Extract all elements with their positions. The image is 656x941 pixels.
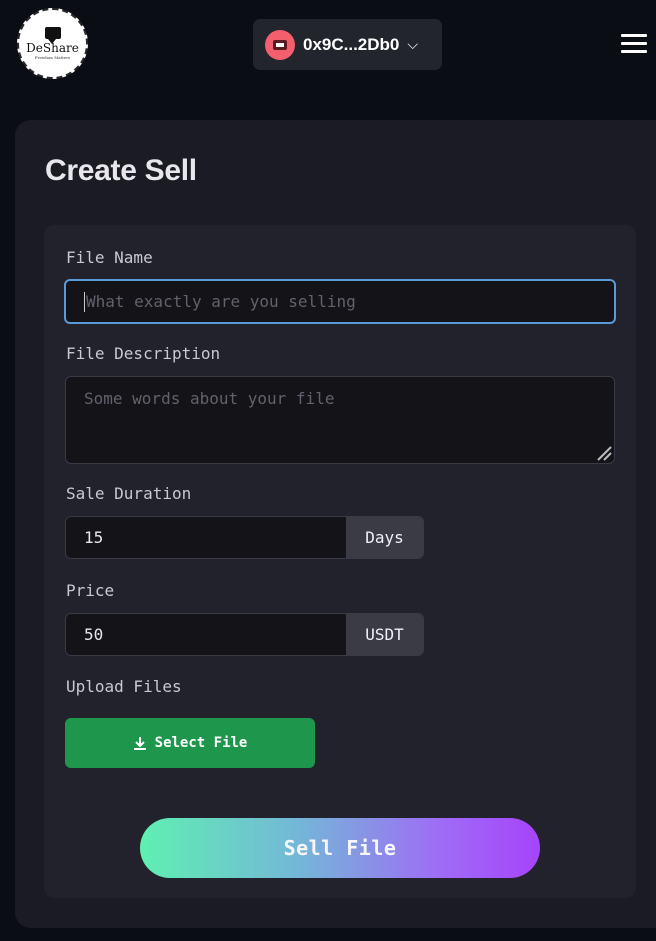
deshare-logo[interactable]: DeShare Freedom Matters bbox=[17, 8, 88, 79]
text-caret bbox=[84, 291, 85, 312]
wallet-address: 0x9C...2Db0 bbox=[303, 34, 400, 54]
select-file-button[interactable]: Select File bbox=[65, 718, 315, 768]
file-name-input[interactable]: What exactly are you selling bbox=[64, 279, 616, 324]
chat-bubble-icon bbox=[44, 26, 61, 44]
sale-duration-unit: Days bbox=[346, 517, 423, 558]
chevron-down-icon: ⌵ bbox=[407, 36, 419, 53]
sale-duration-label: Sale Duration bbox=[66, 484, 192, 503]
file-description-placeholder: Some words about your file bbox=[84, 389, 335, 408]
sale-duration-input[interactable]: 15 bbox=[66, 517, 346, 558]
resize-handle-icon[interactable] bbox=[596, 445, 612, 461]
upload-files-label: Upload Files bbox=[66, 677, 182, 696]
top-navbar: DeShare Freedom Matters 0x9C...2Db0 ⌵ bbox=[0, 0, 656, 90]
file-name-placeholder: What exactly are you selling bbox=[86, 292, 356, 311]
price-input[interactable]: 50 bbox=[66, 614, 346, 655]
price-label: Price bbox=[66, 581, 115, 600]
page-title: Create Sell bbox=[45, 154, 197, 187]
wallet-button[interactable]: 0x9C...2Db0 ⌵ bbox=[253, 19, 442, 70]
wallet-avatar-icon bbox=[265, 29, 295, 60]
file-description-label: File Description bbox=[66, 344, 221, 363]
sale-duration-group: 15 Days bbox=[65, 516, 424, 559]
price-currency: USDT bbox=[346, 614, 423, 655]
sell-form-panel bbox=[44, 225, 636, 898]
file-description-textarea[interactable]: Some words about your file bbox=[65, 376, 615, 464]
price-group: 50 USDT bbox=[65, 613, 424, 656]
select-file-label: Select File bbox=[154, 735, 248, 751]
logo-tagline: Freedom Matters bbox=[34, 54, 71, 60]
sell-file-label: Sell File bbox=[283, 836, 397, 860]
hamburger-menu-icon[interactable] bbox=[621, 34, 647, 54]
sell-file-button[interactable]: Sell File bbox=[140, 818, 540, 878]
download-icon bbox=[133, 736, 147, 750]
file-name-label: File Name bbox=[66, 248, 153, 267]
